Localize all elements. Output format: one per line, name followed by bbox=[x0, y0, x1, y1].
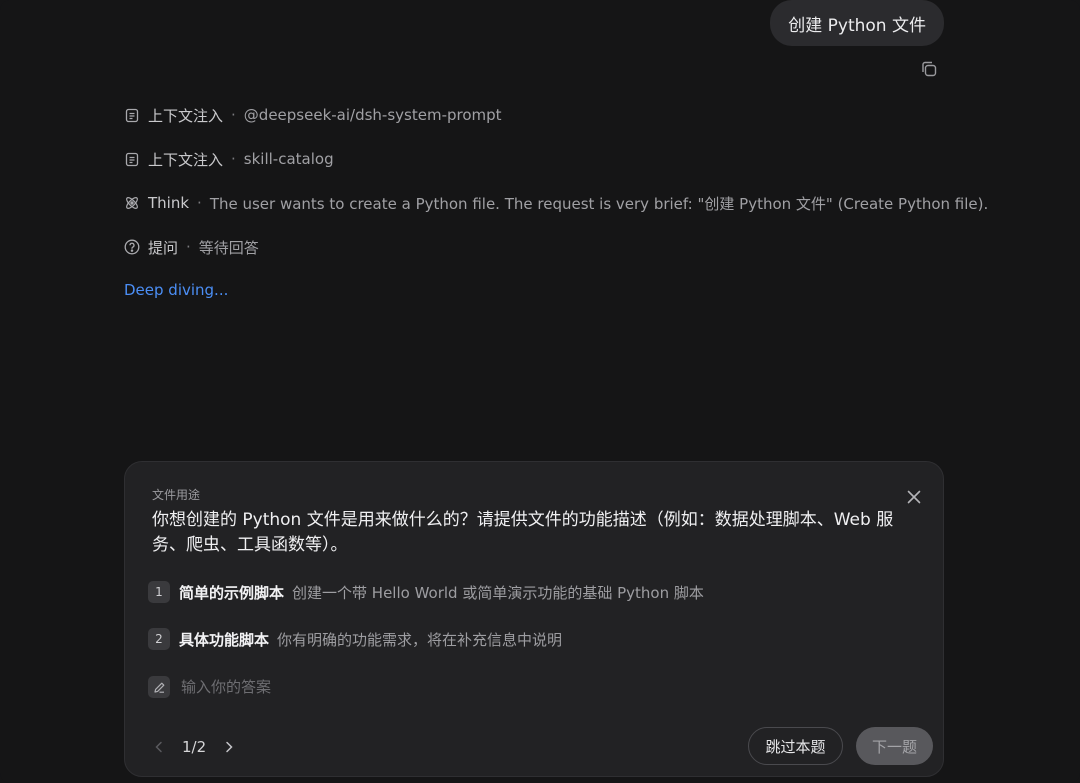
document-icon bbox=[124, 151, 140, 167]
chevron-right-icon[interactable] bbox=[218, 736, 240, 758]
question-text: 你想创建的 Python 文件是用来做什么的？请提供文件的功能描述（例如：数据处… bbox=[152, 510, 894, 555]
option-1[interactable]: 1 简单的示例脚本 创建一个带 Hello World 或简单演示功能的基础 P… bbox=[148, 580, 704, 604]
skip-button[interactable]: 跳过本题 bbox=[748, 727, 843, 765]
answer-row bbox=[148, 675, 583, 699]
copy-icon[interactable] bbox=[918, 58, 940, 80]
step-detail: @deepseek-ai/dsh-system-prompt bbox=[243, 106, 502, 124]
step-label: 上下文注入 bbox=[148, 150, 224, 169]
option-number: 1 bbox=[148, 581, 170, 603]
step-ask[interactable]: 提问 · 等待回答 bbox=[124, 236, 259, 258]
option-desc: 创建一个带 Hello World 或简单演示功能的基础 Python 脚本 bbox=[292, 583, 704, 602]
document-icon bbox=[124, 107, 140, 123]
atom-icon bbox=[124, 195, 140, 211]
step-detail: 等待回答 bbox=[198, 238, 259, 257]
pencil-icon bbox=[148, 676, 170, 698]
step-detail: skill-catalog bbox=[243, 150, 334, 168]
step-separator: · bbox=[186, 238, 191, 256]
page-indicator: 1/2 bbox=[182, 738, 207, 756]
option-desc: 你有明确的功能需求，将在补充信息中说明 bbox=[277, 630, 563, 649]
question-category: 文件用途 bbox=[152, 488, 201, 502]
step-separator: · bbox=[197, 194, 202, 212]
step-context-injection-1[interactable]: 上下文注入 · @deepseek-ai/dsh-system-prompt bbox=[124, 104, 502, 126]
answer-input[interactable] bbox=[179, 677, 583, 697]
option-title: 具体功能脚本 bbox=[179, 630, 270, 649]
next-button[interactable]: 下一题 bbox=[856, 727, 933, 765]
step-detail: The user wants to create a Python file. … bbox=[209, 194, 989, 213]
step-label: 上下文注入 bbox=[148, 106, 224, 125]
step-context-injection-2[interactable]: 上下文注入 · skill-catalog bbox=[124, 148, 334, 170]
step-separator: · bbox=[231, 106, 236, 124]
question-panel: 文件用途 你想创建的 Python 文件是用来做什么的？请提供文件的功能描述（例… bbox=[124, 461, 944, 777]
step-label: 提问 bbox=[148, 238, 179, 257]
step-separator: · bbox=[231, 150, 236, 168]
status-text: Deep diving... bbox=[124, 281, 229, 299]
step-think[interactable]: Think · The user wants to create a Pytho… bbox=[124, 192, 988, 214]
option-title: 简单的示例脚本 bbox=[179, 583, 285, 602]
pagination: 1/2 bbox=[148, 733, 240, 761]
chevron-left-icon[interactable] bbox=[148, 736, 170, 758]
step-label: Think bbox=[148, 194, 190, 212]
option-2[interactable]: 2 具体功能脚本 你有明确的功能需求，将在补充信息中说明 bbox=[148, 627, 562, 651]
question-circle-icon bbox=[124, 239, 140, 255]
user-message-bubble: 创建 Python 文件 bbox=[770, 0, 944, 46]
chat-window: 创建 Python 文件 上下文注入 · @deepseek-ai/dsh-sy… bbox=[0, 0, 1080, 783]
close-icon[interactable] bbox=[903, 486, 925, 508]
option-number: 2 bbox=[148, 628, 170, 650]
